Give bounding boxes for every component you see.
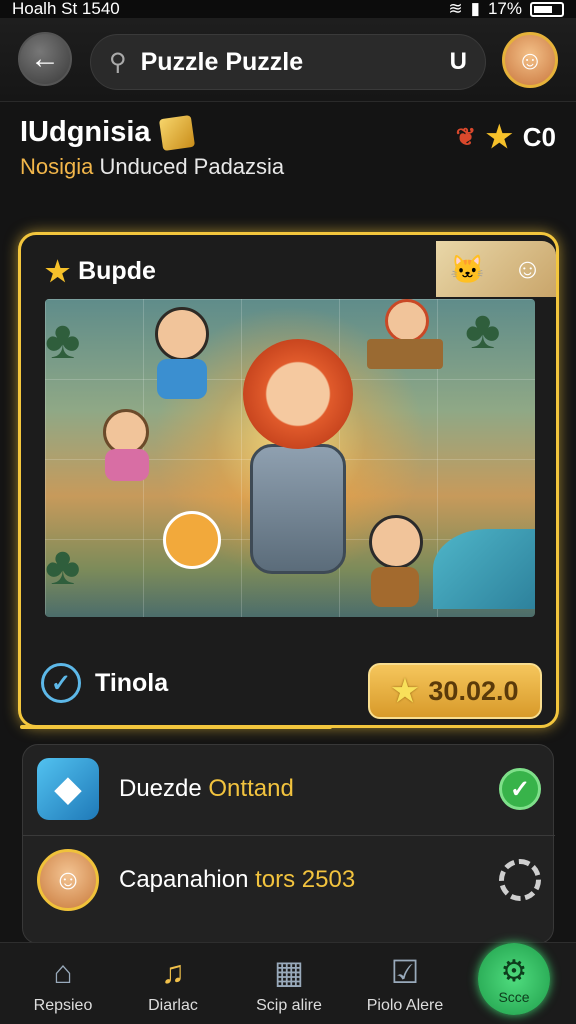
search-icon: ⚲ (109, 48, 127, 76)
kid-character-body (157, 359, 207, 399)
list-item-highlight: tors 2503 (255, 865, 356, 893)
card-title-text: Bupde (78, 257, 156, 285)
nav-item-settings[interactable]: ⚙ Scce (478, 943, 550, 1015)
boy-character (369, 515, 423, 569)
music-icon: ♫ (161, 953, 185, 990)
check-circle-icon[interactable]: ✓ (41, 663, 81, 703)
dog-character (163, 511, 221, 569)
price-button[interactable]: ★ 30.02.0 (368, 663, 542, 719)
check-icon[interactable]: ✓ (499, 768, 541, 810)
nav-label: Piolo Alere (366, 997, 444, 1014)
nav-item-tasks[interactable]: ☑ Piolo Alere (350, 947, 460, 1021)
bottom-nav: ⌂ Repsieo ♫ Diarlac ▦ Scip alire ☑ Piolo… (0, 942, 576, 1024)
hero-character (243, 339, 353, 449)
status-left-text: Hoalh St 1540 (12, 0, 120, 18)
page-subtitle: Nosigia Unduced Padazsia (20, 154, 284, 180)
puzzle-image[interactable]: ♣ ♣ ♣ (45, 299, 535, 617)
search-input[interactable]: Puzzle Puzzle (141, 48, 450, 77)
wifi-icon: ≋ (448, 0, 463, 18)
nav-label: Repsieo (33, 996, 93, 1014)
signal-icon: ▮ (470, 0, 480, 18)
puzzle-card[interactable]: ★ Bupde 🐱 ☺ ♣ ♣ ♣ ✓ Tinola ★ 30.02.0 (18, 232, 559, 728)
avatar-face-icon: ☺ (516, 44, 544, 75)
status-bar: Hoalh St 1540 ≋ ▮ 17% (0, 0, 576, 18)
palm-tree-icon: ♣ (465, 300, 501, 360)
nav-label: Scip alire (256, 997, 322, 1014)
avatar: ☺ (37, 848, 99, 911)
hero-body (250, 444, 346, 574)
nav-item-music[interactable]: ♫ Diarlac (118, 947, 228, 1021)
character-thumbnail[interactable]: 🐱 ☺ (436, 241, 556, 297)
subtitle-highlight: Nosigia (20, 154, 94, 179)
list-item[interactable]: ◆ Duezde Onttand ✓ (23, 745, 555, 833)
cat-icon: 🐱 (450, 253, 485, 285)
status-icons: ≋ ▮ 17% (448, 0, 564, 19)
microphone-icon[interactable]: U (450, 48, 467, 76)
palm-tree-icon: ♣ (45, 310, 81, 370)
bug-icon[interactable]: ❦ (456, 123, 476, 152)
star-icon: ★ (485, 121, 513, 154)
checklist-icon: ☑ (390, 954, 420, 990)
subtitle-rest: Unduced Padazsia (93, 154, 285, 179)
list-item-text: Capanahion (119, 865, 256, 893)
task-list: ◆ Duezde Onttand ✓ ☺ Capanahion tors 250… (22, 744, 555, 944)
list-item-label: Duezde Onttand (119, 775, 499, 803)
search-field[interactable]: ⚲ Puzzle Puzzle U (90, 34, 486, 90)
price-value: 30.02.0 (428, 675, 519, 706)
cube-icon (158, 114, 195, 151)
back-button[interactable]: ← (18, 32, 72, 86)
character-icon: ☺ (513, 253, 542, 284)
list-item[interactable]: ☺ Capanahion tors 2503 (23, 835, 555, 923)
list-item-label: Capanahion tors 2503 (119, 866, 499, 894)
diamond-icon: ◆ (37, 758, 99, 820)
kid-character (155, 307, 209, 361)
boy-with-crate (385, 299, 429, 343)
loading-icon[interactable] (499, 858, 541, 901)
nav-item-shop[interactable]: ▦ Scip alire (234, 947, 344, 1021)
card-footer-label: Tinola (95, 668, 169, 697)
page-title-text: IUdgnisia (20, 116, 151, 148)
star-icon: ★ (45, 256, 71, 287)
river-piece (433, 529, 535, 609)
card-footer: ✓ Tinola (41, 663, 168, 703)
home-icon: ⌂ (53, 953, 73, 990)
nav-label: Diarlac (148, 996, 198, 1014)
top-bar: ← ⚲ Puzzle Puzzle U ☺ (0, 18, 576, 102)
header-stats: ❦ ★ C0 (456, 120, 556, 155)
card-title: ★ Bupde (45, 255, 156, 288)
page-title: IUdgnisia (20, 114, 195, 151)
arrow-left-icon: ← (30, 42, 60, 75)
star-icon: ★ (391, 674, 419, 708)
bush-icon: ♣ (45, 536, 81, 596)
battery-icon (530, 1, 564, 17)
shop-icon: ▦ (273, 954, 305, 990)
coin-count: C0 (522, 122, 556, 152)
list-item-highlight: Onttand (208, 775, 294, 802)
fruit-crate (367, 339, 443, 369)
list-item-text: Duezde (119, 775, 209, 802)
battery-percent: 17% (487, 0, 522, 18)
card-progress-bar (20, 725, 332, 729)
nav-item-home[interactable]: ⌂ Repsieo (8, 947, 118, 1021)
profile-avatar[interactable]: ☺ (502, 32, 558, 88)
boy-character-body (371, 567, 419, 607)
nav-label: Scce (498, 988, 530, 1005)
gear-icon: ⚙ (500, 954, 528, 988)
girl-character-body (105, 449, 149, 481)
